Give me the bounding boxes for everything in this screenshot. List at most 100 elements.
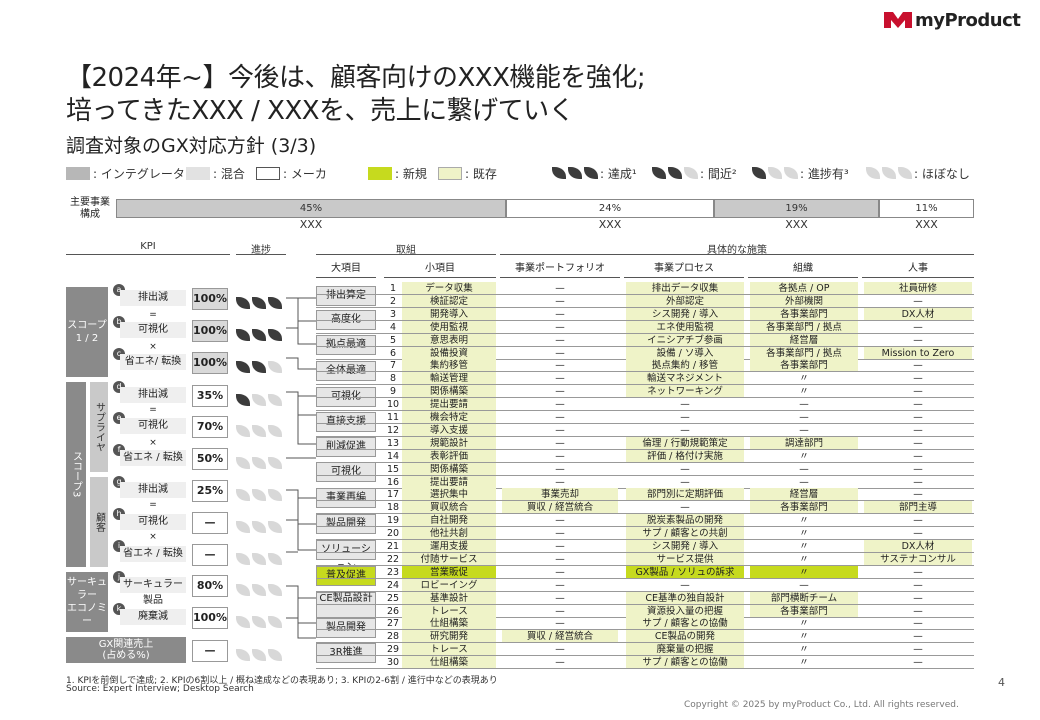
title-line-2: 培ってきたXXX / XXXを、売上に繋げていく (66, 96, 575, 126)
colhdr-minor: 小項目 (384, 260, 496, 278)
business-segment-name: XXX (299, 218, 323, 231)
table-cell: 部門別に定期評価 (626, 488, 744, 501)
table-cell: 〃 (799, 373, 809, 385)
table-cell: 表彰評価 (402, 449, 496, 462)
table-cell: 選択集中 (402, 488, 496, 501)
table-row: 22 付随サービス — サービス提供 〃 サステナコンサル (316, 552, 974, 566)
table-cell: — (555, 463, 565, 475)
table-cell: — (913, 515, 923, 527)
table-cell: 5 (389, 334, 397, 346)
table-cell: — (555, 528, 565, 540)
kpi-value: 100% (192, 320, 228, 342)
table-cell: — (913, 605, 923, 617)
header-kpi: KPI (140, 241, 156, 252)
leaf-icon (268, 296, 282, 309)
table-cell: サプ / 顧客との共創 (626, 527, 744, 540)
table-cell: — (913, 631, 923, 643)
table-cell: 各事業部門 (750, 359, 858, 372)
colhdr-major: 大項目 (316, 260, 376, 278)
business-segment-name: XXX (598, 218, 622, 231)
table-cell: — (555, 644, 565, 656)
table-cell: — (913, 489, 923, 501)
table-cell: 各事業部門 / 拠点 (750, 346, 858, 359)
table-cell: — (555, 605, 565, 617)
table-cell: 輸送マネジメント (626, 372, 744, 385)
leaf-icon (268, 615, 282, 628)
table-cell: 各拠点 / OP (750, 282, 858, 294)
kpi-value: 80% (192, 575, 228, 597)
table-cell: 〃 (799, 631, 809, 643)
table-cell: シス開発 / 導入 (626, 540, 744, 552)
table-row: 7 集約移管 — 拠点集約 / 移管 各事業部門 — (316, 359, 974, 373)
table-cell: 9 (389, 386, 397, 398)
leaf-icon (252, 648, 266, 661)
table-cell: 営業販促 (402, 565, 496, 578)
table-cell: 各事業部門 / 拠点 (750, 320, 858, 333)
leaf-icon (268, 328, 282, 341)
table-cell: 研究開発 (402, 630, 496, 643)
kpi-label: 排出減 (120, 290, 186, 306)
table-cell: 各事業部門 (750, 501, 858, 514)
table-cell: — (913, 528, 923, 540)
table-row: 28 研究開発 買収 / 経営統合 CE製品の開発 〃 — (316, 630, 974, 644)
table-cell: 自社開発 (402, 514, 496, 527)
brand-name: myProduct (915, 9, 1021, 31)
table-cell: — (555, 386, 565, 398)
table-cell: — (680, 399, 690, 411)
table-row: 20 他社共創 — サプ / 顧客との共創 〃 — (316, 527, 974, 541)
table-cell: 13 (386, 437, 400, 449)
table-cell: — (799, 412, 809, 423)
leaf-icon (252, 583, 266, 596)
table-row: 18 買収統合 買収 / 経営統合 — 各事業部門 部門主導 (316, 501, 974, 515)
leaf-icon (268, 456, 282, 469)
colhdr-hr: 人事 (862, 260, 974, 278)
business-segment-name: XXX (915, 218, 938, 231)
kpi-label: 省エネ / 転換 (120, 546, 186, 562)
table-row: 26 トレース — 資源投入量の把握 各事業部門 — (316, 604, 974, 618)
table-cell: 買収 / 経営統合 (502, 501, 618, 514)
table-cell: 〃 (799, 386, 809, 398)
table-cell: — (680, 502, 690, 514)
table-cell: — (913, 360, 923, 372)
table-cell: 廃棄量の把握 (626, 643, 744, 656)
progress-leaves (236, 579, 284, 596)
kpi-value: — (192, 512, 228, 534)
leaf-icon (268, 393, 282, 406)
kpi-label: 省エネ/ 転換 (120, 354, 186, 370)
leaf-icon (236, 456, 250, 469)
table-cell: 評価 / 格付け実施 (626, 449, 744, 462)
connector-lines (286, 297, 316, 639)
table-cell: — (555, 566, 565, 578)
business-segment: 11% (879, 199, 974, 218)
leaf-icon (252, 520, 266, 533)
kpi-label: 排出減 (120, 482, 186, 498)
table-cell: ロビーイング (402, 578, 496, 591)
table-cell: — (555, 618, 565, 630)
leaf-icon (236, 583, 250, 596)
table-cell: 20 (386, 528, 400, 540)
business-segment: 24% (506, 199, 714, 218)
table-cell: 調達部門 (750, 436, 858, 449)
table-cell: 〃 (799, 644, 809, 656)
kpi-label: 省エネ / 転換 (120, 450, 186, 466)
progress-leaves (236, 548, 284, 565)
table-cell: サステナコンサル (864, 552, 972, 565)
leaf-icon (236, 328, 250, 341)
page-title: 【2024年~】今後は、顧客向けのXXX機能を強化; 培ってきたXXX / XX… (66, 62, 646, 128)
table-cell: — (913, 321, 923, 333)
kpi-operator: = (149, 500, 157, 510)
table-cell: 部門主導 (864, 501, 972, 514)
kpi-operator: × (149, 438, 157, 448)
kpi-operator: = (149, 310, 157, 320)
table-row: 30 仕組構築 — サプ / 顧客との協働 〃 — (316, 656, 974, 670)
leaf-icon (236, 296, 250, 309)
legend-integrator: : インテグレータ (66, 165, 185, 181)
leaf-icon (268, 583, 282, 596)
table-cell: 〃 (799, 528, 809, 540)
table-cell: — (913, 566, 923, 578)
table-cell: — (799, 424, 809, 436)
leaf-icon (252, 615, 266, 628)
progress-leaves (236, 389, 284, 406)
table-cell: — (680, 579, 690, 591)
table-row: 24 ロビーイング — — — — (316, 578, 974, 592)
